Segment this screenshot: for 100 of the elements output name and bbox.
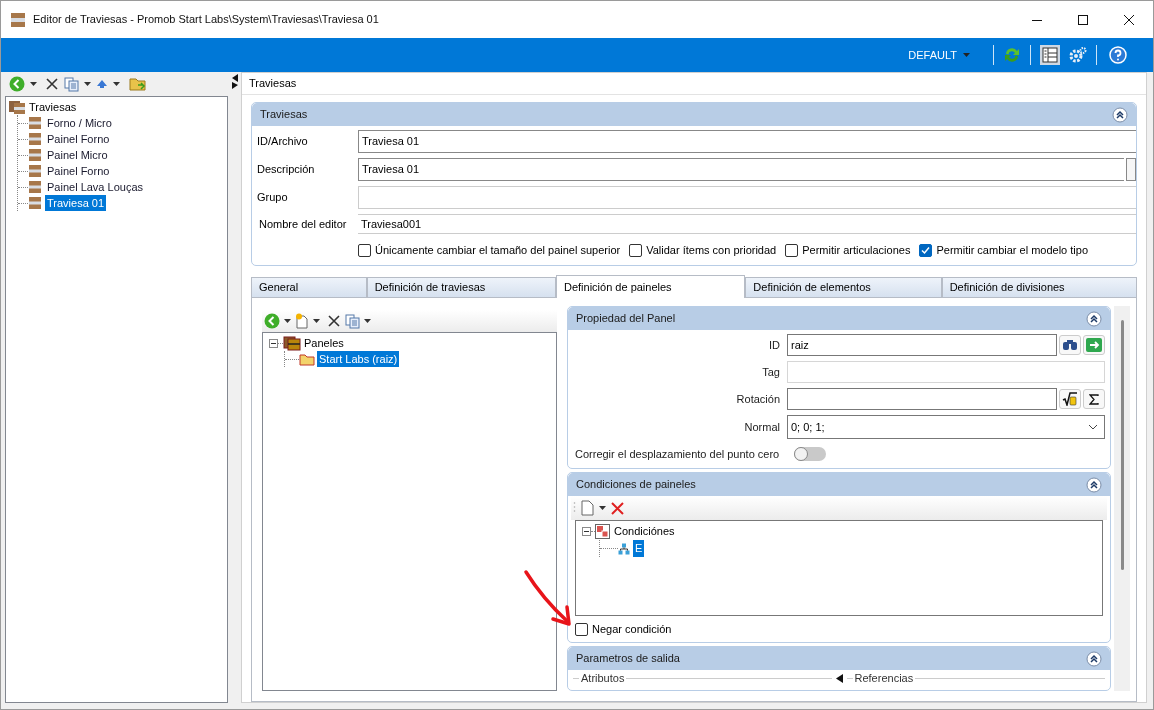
toggle-label: Corregir el desplazamiento del punto cero [575, 446, 781, 462]
field-label: Descripción [257, 162, 316, 178]
tree-item[interactable]: Painel Forno [45, 130, 112, 148]
caret-icon[interactable] [599, 506, 606, 510]
beam-icon [28, 148, 42, 162]
hierarchy-icon [618, 542, 630, 555]
input-field[interactable] [787, 388, 1057, 410]
checkbox[interactable] [575, 622, 588, 636]
caret-icon[interactable] [364, 319, 371, 323]
delete-icon[interactable] [327, 314, 341, 328]
tree-item[interactable]: Painel Forno [45, 162, 112, 180]
checkbox-label: Validar ítems con prioridad [646, 243, 777, 259]
section-title: Parametros de salida [576, 651, 680, 667]
tab[interactable]: Definición de divisiones [941, 277, 1137, 298]
collapse-box-icon[interactable] [269, 338, 278, 348]
tree-item[interactable]: E [633, 540, 645, 557]
checkbox[interactable] [785, 244, 799, 257]
tree-item[interactable]: Traviesa 01 [45, 194, 107, 212]
collapse-icon[interactable] [1086, 650, 1102, 667]
field-label: Normal [743, 419, 781, 435]
caret-icon[interactable] [84, 82, 91, 86]
tab[interactable]: Definición de paineles [556, 275, 746, 298]
formula-button[interactable] [1059, 389, 1081, 409]
folder-icon [299, 352, 315, 366]
caret-icon[interactable] [313, 319, 320, 323]
settings-icon[interactable] [1069, 46, 1087, 64]
input-field[interactable]: Traviesa 01 [358, 130, 1136, 153]
grip-icon [573, 501, 576, 515]
delete-icon[interactable] [45, 77, 59, 91]
tab[interactable]: Definición de elementos [745, 277, 942, 298]
checkbox-label: Permitir articulaciones [802, 243, 911, 259]
field-label: Tag [761, 364, 781, 380]
caret-icon[interactable] [30, 82, 37, 86]
beam-icon [28, 180, 42, 194]
stacked-beams-icon [8, 99, 26, 115]
caret-icon[interactable] [113, 82, 120, 86]
collapse-left-icon[interactable] [231, 73, 239, 89]
tree-item[interactable]: Paneles [304, 334, 344, 352]
tree-item[interactable]: Painel Micro [45, 146, 110, 164]
sigma-icon [1089, 393, 1099, 405]
checkbox[interactable] [629, 244, 643, 257]
scrollbar[interactable] [1114, 306, 1130, 691]
group-title: Referencias [853, 672, 915, 684]
caret-icon[interactable] [284, 319, 291, 323]
help-icon[interactable] [1109, 46, 1127, 64]
arrow-right-icon [1086, 338, 1102, 352]
beam-icon [28, 196, 42, 210]
input-field[interactable] [358, 186, 1136, 209]
group-title: Atributos [580, 672, 626, 684]
conditions-icon [595, 524, 610, 539]
checkbox-label: Únicamente cambiar el tamaño del painel superior [375, 243, 621, 259]
field-label: ID/Archivo [257, 134, 309, 150]
checkbox[interactable] [919, 244, 933, 257]
tree-item[interactable]: Traviesas [29, 98, 77, 116]
beam-icon [28, 116, 42, 130]
field-label: Nombre del editor [258, 216, 348, 232]
new-document-icon[interactable] [581, 500, 594, 516]
tree-item[interactable]: Start Labs (raiz) [317, 350, 400, 368]
field-label: Grupo [257, 190, 289, 206]
back-icon[interactable] [9, 76, 25, 92]
input-field[interactable]: Traviesa 01 [358, 158, 1124, 181]
collapse-left-icon[interactable] [835, 673, 843, 683]
section-title: Condiciones de paineles [576, 477, 696, 493]
input-field[interactable]: raiz [787, 334, 1057, 356]
collapse-box-icon[interactable] [582, 527, 591, 536]
collapse-icon[interactable] [1086, 310, 1102, 327]
field-label: Rotación [735, 391, 781, 407]
up-arrow-icon[interactable] [96, 79, 108, 89]
tree-item[interactable]: Condiciónes [614, 523, 675, 540]
panel-header: Traviesas [242, 73, 1146, 95]
sum-button[interactable] [1083, 389, 1105, 409]
maximize-icon[interactable] [1077, 13, 1089, 26]
binoculars-icon [1062, 339, 1078, 351]
app-icon [10, 11, 26, 28]
collapse-icon[interactable] [1086, 476, 1102, 493]
tab[interactable]: General [251, 277, 367, 298]
tab[interactable]: Definición de traviesas [366, 277, 556, 298]
checkbox[interactable] [358, 244, 371, 257]
toggle-switch[interactable] [794, 447, 826, 461]
find-button[interactable] [1059, 335, 1081, 355]
field-label: ID [768, 337, 781, 353]
section-title: Traviesas [260, 107, 308, 123]
input-field[interactable]: Traviesa001 [358, 214, 1136, 234]
dropdown[interactable]: 0; 0; 1; [787, 415, 1105, 439]
collapse-icon[interactable] [1112, 106, 1128, 123]
stacked-boxes-icon [283, 335, 301, 351]
beam-icon [28, 164, 42, 178]
folder-icon[interactable] [129, 76, 147, 92]
window-title: Editor de Traviesas - Promob Start Labs\System\Traviesas\Traviesa 01 [33, 12, 379, 28]
beam-icon [28, 132, 42, 146]
checkbox-label: Permitir cambiar el modelo tipo [936, 243, 1089, 259]
tree-item[interactable]: Painel Lava Louças [45, 178, 145, 196]
profile-dropdown[interactable]: DEFAULT [904, 46, 974, 64]
copy-icon[interactable] [64, 76, 79, 92]
ellipsis-button[interactable] [1126, 158, 1136, 181]
chevron-down-icon[interactable] [1088, 424, 1098, 430]
close-icon[interactable] [1123, 13, 1135, 26]
tree-item[interactable]: Forno / Micro [45, 114, 114, 132]
section-title: Propiedad del Panel [576, 311, 676, 327]
layout-icon[interactable] [1040, 45, 1060, 65]
